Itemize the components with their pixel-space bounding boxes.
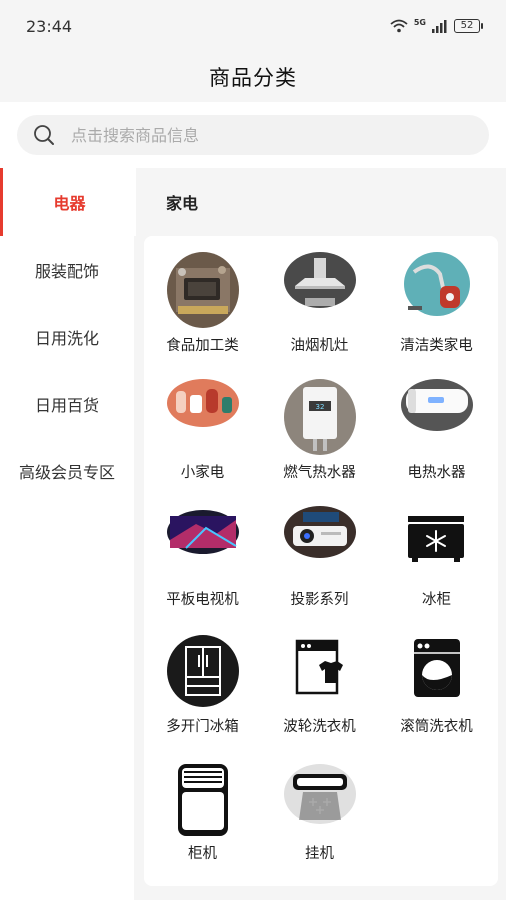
category-electric-water-heater[interactable]: 电热水器	[378, 379, 495, 506]
category-label: 投影系列	[290, 592, 349, 608]
category-label: 电热水器	[407, 465, 466, 481]
electric-water-heater-photo	[400, 379, 474, 455]
multi-door-fridge-icon	[166, 633, 240, 709]
category-gas-water-heater[interactable]: 32 燃气热水器	[261, 379, 378, 506]
category-grid: 食品加工类 油烟机灶 清洁类家电 小家电 32 燃气热水器 电热水器 平板电视机…	[144, 236, 498, 887]
signal-icon	[432, 19, 447, 33]
category-top-load-washer[interactable]: 波轮洗衣机	[261, 633, 378, 760]
category-range-hood[interactable]: 油烟机灶	[261, 252, 378, 379]
top-category-tabs: 电器 家电	[0, 168, 506, 236]
search-bar	[0, 102, 506, 168]
status-bar: 23:44 5G 52	[0, 0, 506, 52]
freezer-icon	[400, 506, 474, 582]
battery-icon: 52	[454, 19, 483, 33]
category-label: 冰柜	[422, 592, 451, 608]
range-hood-photo	[283, 252, 357, 328]
gas-water-heater-photo: 32	[283, 379, 357, 455]
side-item-label: 日用洗化	[34, 328, 99, 348]
vacuum-cleaner-photo	[400, 252, 474, 328]
category-freezer[interactable]: 冰柜	[378, 506, 495, 633]
svg-text:32: 32	[315, 403, 324, 411]
category-projector[interactable]: 投影系列	[261, 506, 378, 633]
category-small-appliances[interactable]: 小家电	[144, 379, 261, 506]
side-item-vip-zone[interactable]: 高级会员专区	[0, 437, 134, 504]
tab-electrical[interactable]: 电器	[0, 168, 136, 236]
category-panel: 食品加工类 油烟机灶 清洁类家电 小家电 32 燃气热水器 电热水器 平板电视机…	[144, 236, 498, 886]
page-title: 商品分类	[209, 66, 297, 90]
side-item-daily-goods[interactable]: 日用百货	[0, 370, 134, 437]
flat-tv-photo	[166, 506, 240, 582]
side-menu: 服装配饰 日用洗化 日用百货 高级会员专区	[0, 236, 134, 900]
wall-ac-icon	[283, 760, 357, 836]
category-front-load-washer[interactable]: 滚筒洗衣机	[378, 633, 495, 760]
status-icons: 5G 52	[390, 17, 483, 33]
side-item-label: 服装配饰	[34, 261, 99, 281]
small-appliances-photo	[166, 379, 240, 455]
category-label: 柜机	[188, 846, 217, 862]
side-item-apparel[interactable]: 服装配饰	[0, 236, 134, 303]
category-label: 平板电视机	[166, 592, 239, 608]
projector-photo	[283, 506, 357, 582]
category-flat-tv[interactable]: 平板电视机	[144, 506, 261, 633]
food-processor-photo	[166, 252, 240, 328]
side-item-label: 日用百货	[34, 395, 99, 415]
category-label: 波轮洗衣机	[283, 719, 356, 735]
search-icon	[34, 125, 54, 145]
side-item-label: 高级会员专区	[18, 462, 115, 482]
category-label: 滚筒洗衣机	[400, 719, 473, 735]
status-time: 23:44	[26, 16, 73, 36]
category-food-processing[interactable]: 食品加工类	[144, 252, 261, 379]
category-multi-door-fridge[interactable]: 多开门冰箱	[144, 633, 261, 760]
category-floor-ac[interactable]: 柜机	[144, 760, 261, 887]
search-box[interactable]	[17, 115, 489, 155]
category-wall-ac[interactable]: 挂机	[261, 760, 378, 887]
network-type: 5G	[413, 17, 426, 27]
tab-label: 电器	[53, 194, 86, 213]
side-item-toiletries[interactable]: 日用洗化	[0, 303, 134, 370]
category-label: 挂机	[305, 846, 334, 862]
tab-home-appliances[interactable]: 家电	[136, 168, 228, 236]
category-label: 油烟机灶	[290, 338, 349, 354]
category-label: 多开门冰箱	[166, 719, 239, 735]
tab-label: 家电	[165, 194, 198, 213]
category-label: 清洁类家电	[400, 338, 473, 354]
search-input[interactable]	[69, 124, 473, 146]
category-cleaning-appliances[interactable]: 清洁类家电	[378, 252, 495, 379]
floor-ac-icon	[166, 760, 240, 836]
wifi-icon	[390, 19, 408, 33]
category-label: 食品加工类	[166, 338, 239, 354]
top-load-washer-icon	[283, 633, 357, 709]
page-header: 商品分类	[0, 52, 506, 102]
category-label: 小家电	[180, 465, 225, 481]
category-label: 燃气热水器	[283, 465, 356, 481]
front-load-washer-icon	[400, 633, 474, 709]
